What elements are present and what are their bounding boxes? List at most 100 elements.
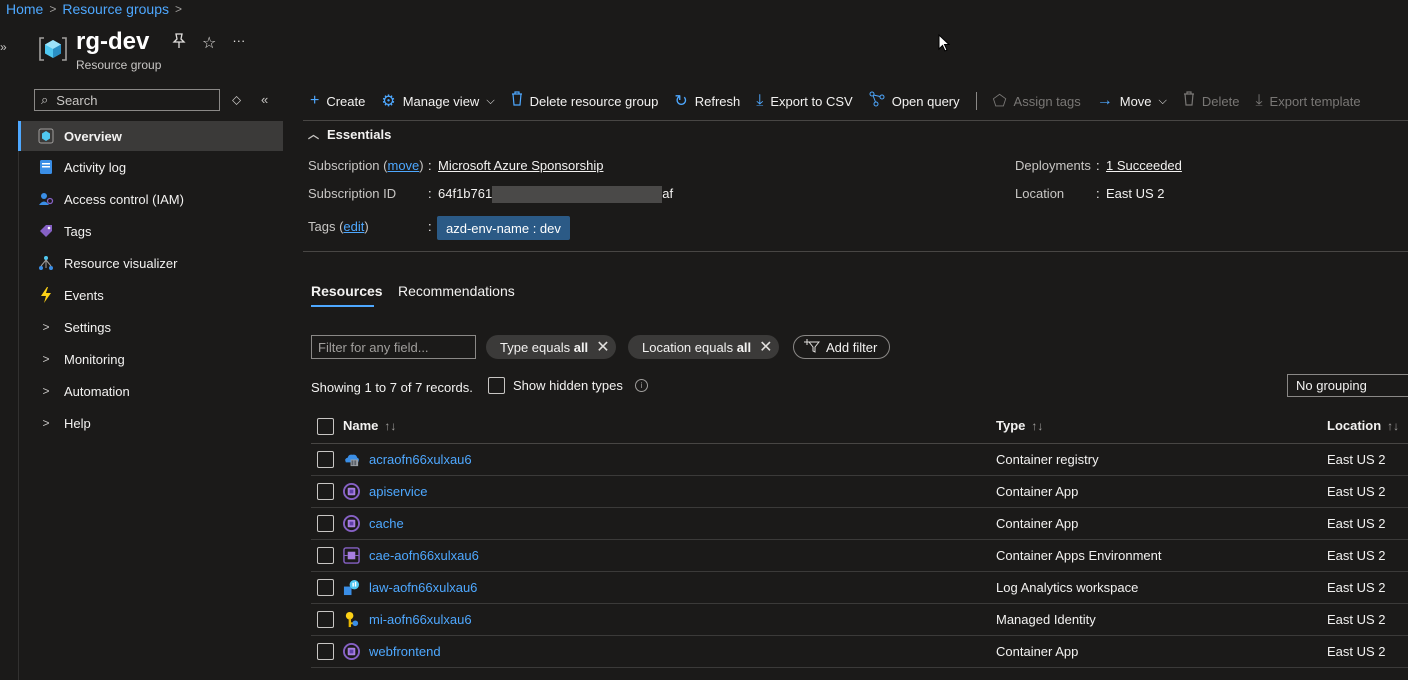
move-button[interactable]: → Move ⌵: [1097, 92, 1167, 110]
add-filter-button[interactable]: Add filter: [793, 335, 891, 359]
sidebar-item-settings[interactable]: > Settings: [18, 311, 283, 343]
title-actions: ☆ ···: [172, 33, 245, 54]
sidebar-item-label: Access control (IAM): [64, 191, 184, 207]
grouping-dropdown[interactable]: No grouping: [1287, 374, 1408, 397]
sidebar-item-help[interactable]: > Help: [18, 407, 283, 439]
deployments-link[interactable]: 1 Succeeded: [1106, 158, 1182, 173]
resource-name-link[interactable]: webfrontend: [369, 644, 441, 659]
select-all-checkbox[interactable]: [317, 418, 334, 435]
close-icon[interactable]: ✕: [596, 337, 609, 357]
show-hidden-types[interactable]: Show hidden types i: [488, 377, 648, 394]
sidebar-item-overview[interactable]: Overview: [18, 121, 283, 151]
delete-resource-group-label: Delete resource group: [529, 93, 659, 109]
sidebar-item-resource-visualizer[interactable]: Resource visualizer: [18, 247, 283, 279]
open-query-button[interactable]: Open query: [869, 91, 960, 112]
sidebar-item-automation[interactable]: > Automation: [18, 375, 283, 407]
export-csv-button[interactable]: ⤓ Export to CSV: [756, 92, 852, 110]
table-row[interactable]: cae-aofn66xulxau6 Container Apps Environ…: [311, 540, 1408, 572]
collapse-sidebar-icon[interactable]: «: [261, 92, 268, 107]
toolbar-divider: [975, 92, 977, 110]
essentials-heading: Essentials: [327, 126, 392, 142]
resource-name-link[interactable]: cache: [369, 516, 404, 531]
tags-label-end: ): [364, 219, 369, 234]
sidebar-item-activity-log[interactable]: Activity log: [18, 151, 283, 183]
tab-recommendations[interactable]: Recommendations: [398, 283, 515, 299]
resource-type: Container App: [996, 516, 1079, 531]
table-row[interactable]: cache Container App East US 2: [311, 508, 1408, 540]
colon: :: [1096, 158, 1100, 173]
breadcrumb-resource-groups[interactable]: Resource groups: [62, 1, 169, 17]
resource-name-link[interactable]: law-aofn66xulxau6: [369, 580, 477, 595]
filter-input[interactable]: [311, 335, 476, 359]
resource-name-link[interactable]: cae-aofn66xulxau6: [369, 548, 479, 563]
subscription-link[interactable]: Microsoft Azure Sponsorship: [438, 158, 603, 173]
column-name-header[interactable]: Name ↑↓: [343, 418, 396, 433]
iam-icon: [38, 191, 54, 207]
sidebar-item-tags[interactable]: Tags: [18, 215, 283, 247]
sidebar-item-label: Events: [64, 287, 104, 303]
favorite-star-icon[interactable]: ☆: [202, 33, 216, 54]
refresh-button[interactable]: ↻ Refresh: [674, 91, 740, 111]
chevron-right-icon: >: [42, 416, 50, 430]
sidebar-item-events[interactable]: Events: [18, 279, 283, 311]
resource-location: East US 2: [1327, 484, 1386, 499]
table-row[interactable]: webfrontend Container App East US 2: [311, 636, 1408, 668]
download-icon: ⤓: [1255, 92, 1263, 109]
resource-location: East US 2: [1327, 612, 1386, 627]
sidebar-search[interactable]: ⌕: [34, 89, 220, 111]
resource-name-link[interactable]: mi-aofn66xulxau6: [369, 612, 472, 627]
delete-resource-group-button[interactable]: Delete resource group: [511, 91, 659, 111]
tab-resources[interactable]: Resources: [311, 283, 383, 299]
export-template-button[interactable]: ⤓ Export template: [1255, 92, 1360, 110]
container-app-icon: [343, 483, 360, 500]
tag-chip[interactable]: azd-env-name : dev: [437, 216, 570, 240]
command-bar: + Create ⚙ Manage view ⌵ Delete resource…: [310, 88, 1361, 114]
sidebar-search-input[interactable]: [54, 91, 209, 109]
resource-location: East US 2: [1327, 548, 1386, 563]
tags-edit-link[interactable]: edit: [343, 219, 364, 234]
table-row[interactable]: law-aofn66xulxau6 Log Analytics workspac…: [311, 572, 1408, 604]
essentials-toggle[interactable]: ︿ Essentials: [308, 126, 391, 142]
assign-tags-button[interactable]: ⬠ Assign tags: [993, 91, 1081, 111]
row-checkbox[interactable]: [317, 579, 334, 596]
type-filter-pill[interactable]: Type equals all ✕: [486, 335, 616, 359]
subscription-id-label: Subscription ID: [308, 186, 397, 201]
tab-selected-indicator: [311, 305, 374, 307]
table-row[interactable]: apiservice Container App East US 2: [311, 476, 1408, 508]
column-location-header[interactable]: Location ↑↓: [1327, 418, 1399, 433]
create-button[interactable]: + Create: [310, 92, 365, 110]
breadcrumb-home[interactable]: Home: [6, 1, 43, 17]
sidebar-item-label: Help: [64, 415, 91, 431]
row-checkbox[interactable]: [317, 547, 334, 564]
more-options-icon[interactable]: ···: [232, 33, 245, 54]
table-row[interactable]: mi-aofn66xulxau6 Managed Identity East U…: [311, 604, 1408, 636]
resource-location: East US 2: [1327, 580, 1386, 595]
assign-tags-label: Assign tags: [1013, 93, 1081, 109]
info-icon[interactable]: i: [634, 379, 648, 392]
row-checkbox[interactable]: [317, 451, 334, 468]
subscription-move-link[interactable]: move: [387, 158, 419, 173]
close-icon[interactable]: ✕: [759, 337, 772, 357]
row-checkbox[interactable]: [317, 611, 334, 628]
column-type-header[interactable]: Type ↑↓: [996, 418, 1043, 433]
location-filter-pill[interactable]: Location equals all ✕: [628, 335, 779, 359]
resource-name-link[interactable]: apiservice: [369, 484, 428, 499]
sidebar-item-monitoring[interactable]: > Monitoring: [18, 343, 283, 375]
sidebar-item-iam[interactable]: Access control (IAM): [18, 183, 283, 215]
location-value: East US 2: [1106, 186, 1165, 201]
show-hidden-types-checkbox[interactable]: [488, 377, 505, 394]
colon: :: [428, 158, 432, 173]
pin-icon[interactable]: [172, 33, 186, 54]
row-checkbox[interactable]: [317, 643, 334, 660]
manage-view-button[interactable]: ⚙ Manage view ⌵: [381, 91, 494, 111]
sort-toggle-icon[interactable]: ⬦: [232, 92, 241, 108]
row-checkbox[interactable]: [317, 515, 334, 532]
redacted-block: [492, 186, 663, 204]
row-checkbox[interactable]: [317, 483, 334, 500]
sidebar-item-label: Resource visualizer: [64, 255, 178, 271]
delete-button[interactable]: Delete: [1183, 91, 1239, 111]
table-row[interactable]: acraofn66xulxau6 Container registry East…: [311, 444, 1408, 476]
type-filter-label: Type equals: [500, 339, 574, 355]
resource-name-link[interactable]: acraofn66xulxau6: [369, 452, 472, 467]
expand-menu-icon[interactable]: »: [0, 40, 7, 54]
